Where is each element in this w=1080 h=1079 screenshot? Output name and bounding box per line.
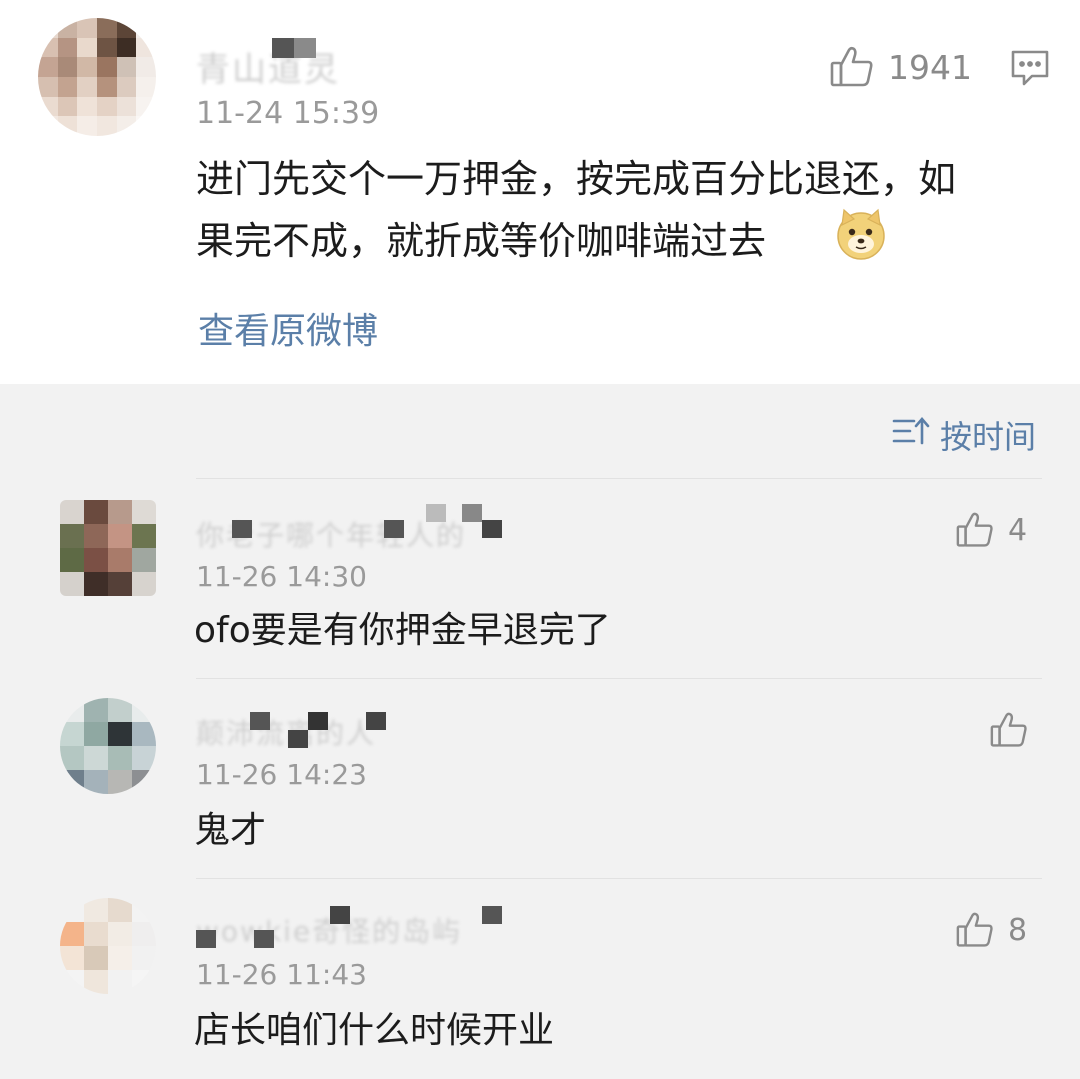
name-mosaic (462, 504, 482, 522)
view-original-weibo-link[interactable]: 查看原微博 (198, 302, 378, 354)
comment-avatar[interactable] (60, 698, 156, 794)
name-mosaic (288, 730, 308, 748)
comment-time: 11-26 11:43 (196, 958, 367, 991)
name-mosaic (254, 930, 274, 948)
name-mosaic (482, 520, 502, 538)
comment-icon[interactable] (1010, 48, 1050, 92)
thumbs-up-icon (956, 912, 994, 948)
name-mosaic (294, 38, 316, 58)
name-mosaic (384, 520, 404, 538)
sort-icon (892, 416, 930, 454)
post-author-name[interactable]: 青山道灵 (196, 42, 340, 91)
name-mosaic (482, 906, 502, 924)
name-mosaic (272, 38, 294, 58)
post-like-count: 1941 (888, 47, 972, 87)
post-author-avatar[interactable] (38, 18, 156, 136)
post-card: 青山道灵 11-24 15:39 1941 进门先交个一万押金，按完成百分比退还… (0, 0, 1080, 384)
comment-like-button[interactable] (990, 712, 1042, 748)
name-mosaic (366, 712, 386, 730)
comment-time: 11-26 14:30 (196, 560, 367, 593)
name-mosaic (250, 712, 270, 730)
comment-like-count: 4 (1008, 512, 1028, 548)
post-like-button[interactable]: 1941 (830, 46, 972, 88)
name-mosaic (426, 504, 446, 522)
post-time: 11-24 15:39 (196, 96, 380, 131)
divider (196, 878, 1042, 879)
name-mosaic (308, 712, 328, 730)
name-mosaic (196, 930, 216, 948)
comment-text: 鬼才 (194, 810, 267, 851)
comment-avatar[interactable] (60, 898, 156, 994)
comment-like-count: 8 (1008, 912, 1028, 948)
thumbs-up-icon (830, 46, 874, 88)
comment-text: ofo要是有你押金早退完了 (194, 610, 611, 651)
name-mosaic (232, 520, 252, 538)
thumbs-up-icon (956, 512, 994, 548)
divider (196, 678, 1042, 679)
sort-label: 按时间 (940, 418, 1037, 456)
comment-author-name[interactable]: 颠沛流离的人 (196, 712, 376, 752)
thumbs-up-icon (990, 712, 1028, 748)
post-text-line-1: 进门先交个一万押金，按完成百分比退还，如 (196, 157, 957, 201)
comment-avatar[interactable] (60, 500, 156, 596)
comment-like-button[interactable]: 4 (956, 512, 1027, 548)
name-mosaic (330, 906, 350, 924)
divider (196, 478, 1042, 479)
comment-time: 11-26 14:23 (196, 758, 367, 791)
sort-by-time-button[interactable]: 按时间 (892, 412, 1036, 458)
post-text-line-2: 果完不成，就折成等价咖啡端过去 (196, 219, 767, 263)
comment-text: 店长咱们什么时候开业 (194, 1010, 555, 1051)
doge-emoji (834, 207, 888, 265)
comment-like-button[interactable]: 8 (956, 912, 1027, 948)
